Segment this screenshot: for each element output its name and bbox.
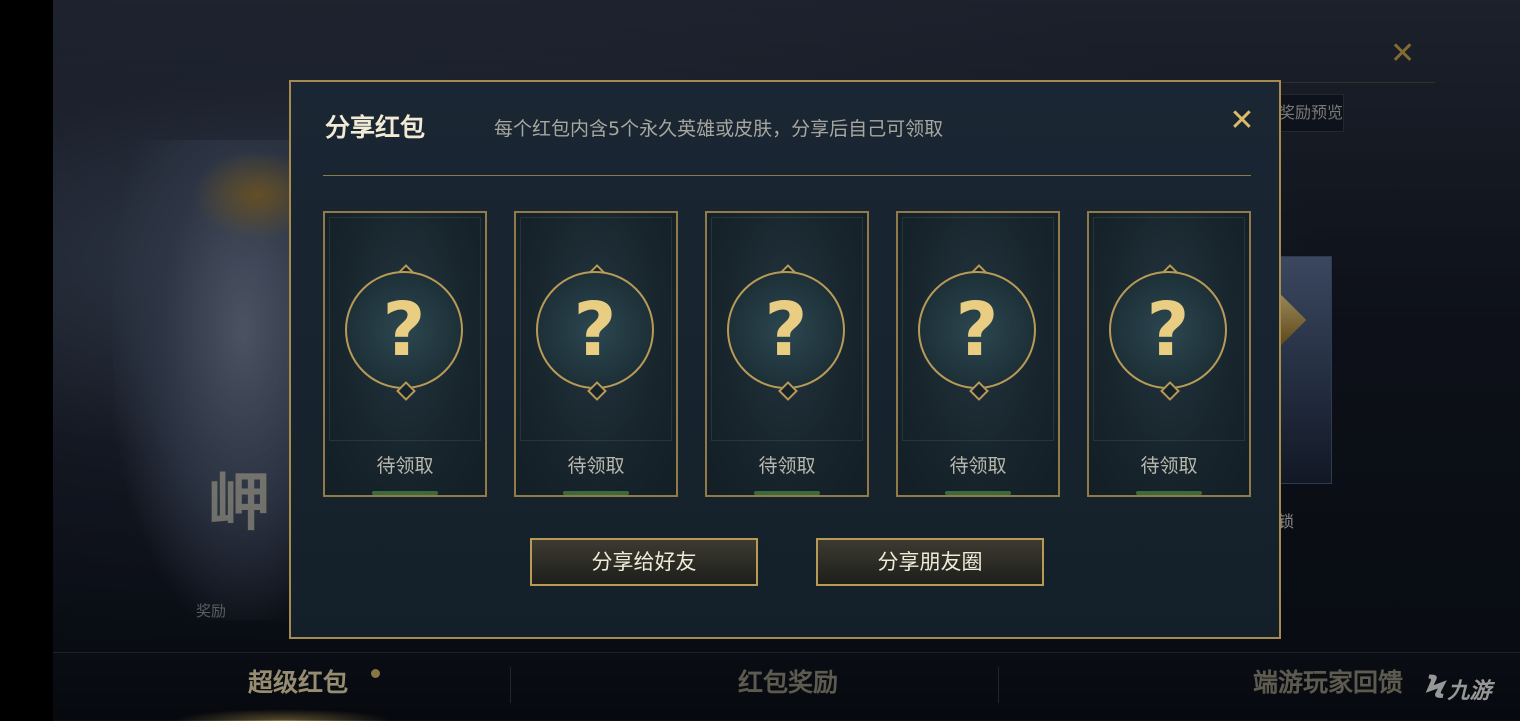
share-to-friend-button[interactable]: 分享给好友 <box>530 538 758 586</box>
card-footer-bar <box>945 491 1011 495</box>
redpacket-card[interactable]: ? 待领取 <box>514 211 678 497</box>
dialog-subtitle: 每个红包内含5个永久英雄或皮肤，分享后自己可领取 <box>494 118 944 140</box>
question-mark-icon: ? <box>764 287 808 373</box>
redpacket-card[interactable]: ? 待领取 <box>323 211 487 497</box>
share-redpacket-dialog: 分享红包 每个红包内含5个永久英雄或皮肤，分享后自己可领取 ✕ ? 待领取 ? … <box>289 80 1281 639</box>
card-footer-bar <box>754 491 820 495</box>
question-mark-icon: ? <box>573 287 617 373</box>
card-status: 待领取 <box>567 455 625 477</box>
card-status: 待领取 <box>1140 455 1198 477</box>
share-to-moments-button[interactable]: 分享朋友圈 <box>816 538 1044 586</box>
card-footer-bar <box>563 491 629 495</box>
redpacket-card[interactable]: ? 待领取 <box>896 211 1060 497</box>
close-icon[interactable]: ✕ <box>1227 106 1257 136</box>
card-status: 待领取 <box>758 455 816 477</box>
question-mark-icon: ? <box>382 287 426 373</box>
question-mark-icon: ? <box>1146 287 1190 373</box>
card-footer-bar <box>1136 491 1202 495</box>
dialog-title: 分享红包 <box>325 113 426 142</box>
redpacket-card[interactable]: ? 待领取 <box>1087 211 1251 497</box>
card-status: 待领取 <box>949 455 1007 477</box>
card-footer-bar <box>372 491 438 495</box>
redpacket-card[interactable]: ? 待领取 <box>705 211 869 497</box>
question-mark-icon: ? <box>955 287 999 373</box>
dialog-divider <box>323 175 1251 176</box>
card-status: 待领取 <box>376 455 434 477</box>
redpacket-card-list: ? 待领取 ? 待领取 ? 待领取 ? 待领取 ? 待领取 <box>323 211 1253 499</box>
